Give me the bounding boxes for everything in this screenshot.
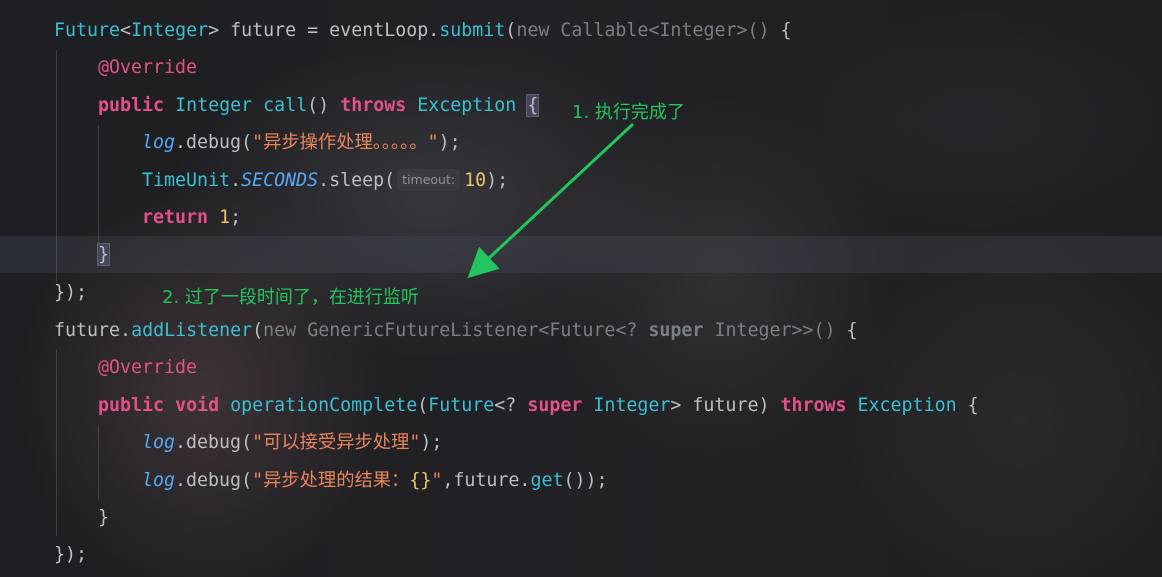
annotation-step-1: 1. 执行完成了 — [572, 102, 685, 123]
annotation-step-2: 2. 过了一段时间了，在进行监听 — [162, 287, 419, 308]
code-editor[interactable]: Future<Integer> future = eventLoop.submi… — [0, 0, 1162, 577]
